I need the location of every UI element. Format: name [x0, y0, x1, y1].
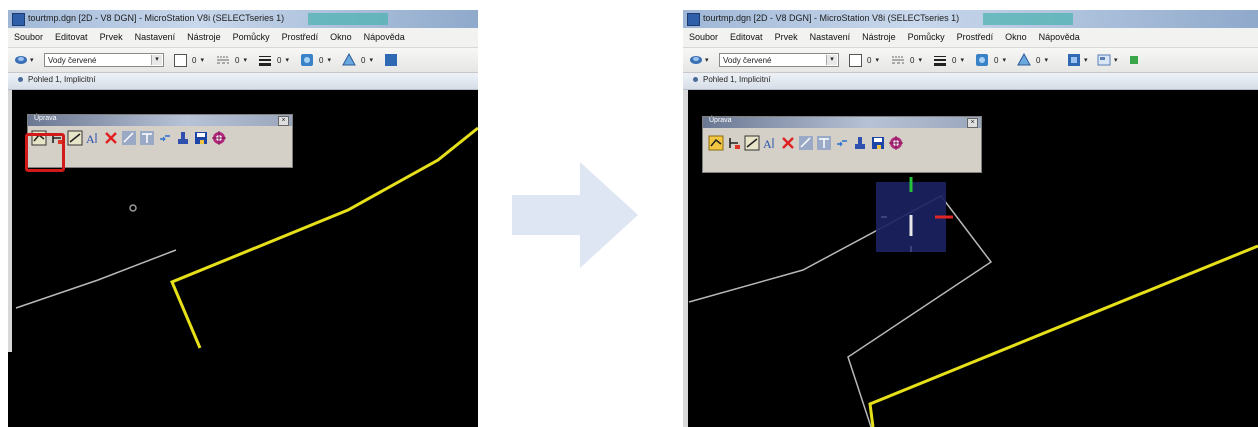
- highlight-box: [25, 133, 65, 172]
- modify-text-icon[interactable]: A: [762, 135, 778, 151]
- trim-icon[interactable]: [121, 130, 137, 146]
- palette-titlebar[interactable]: Úprava: [28, 115, 292, 126]
- extend-elements-icon[interactable]: [157, 130, 173, 146]
- save-icon[interactable]: [193, 130, 209, 146]
- palette-tools: A: [708, 135, 904, 151]
- modify-element-icon[interactable]: [708, 135, 724, 151]
- right-screenshot: tourtmp.dgn [2D - V8 DGN] - MicroStation…: [683, 10, 1258, 427]
- delete-element-icon[interactable]: [780, 135, 796, 151]
- palette-titlebar[interactable]: Úprava: [703, 117, 981, 128]
- palette-title: Úprava: [709, 117, 732, 124]
- intellitrim-icon[interactable]: [139, 130, 155, 146]
- partial-delete-icon[interactable]: [726, 135, 742, 151]
- extend-line-icon[interactable]: [744, 135, 760, 151]
- extend-line-icon[interactable]: [67, 130, 83, 146]
- place-stamp-icon[interactable]: [175, 130, 191, 146]
- drawing-canvas[interactable]: [8, 10, 478, 427]
- modify-tool-palette: Úprava × A: [702, 116, 982, 173]
- target-icon[interactable]: [888, 135, 904, 151]
- place-stamp-icon[interactable]: [852, 135, 868, 151]
- extend-elements-icon[interactable]: [834, 135, 850, 151]
- close-icon[interactable]: ×: [278, 116, 289, 126]
- modify-tool-palette: Úprava × A: [27, 114, 293, 168]
- svg-text:A: A: [86, 132, 95, 146]
- delete-element-icon[interactable]: [103, 130, 119, 146]
- intellitrim-icon[interactable]: [816, 135, 832, 151]
- left-screenshot: tourtmp.dgn [2D - V8 DGN] - MicroStation…: [8, 10, 478, 427]
- modify-text-icon[interactable]: A: [85, 130, 101, 146]
- svg-text:A: A: [763, 137, 772, 151]
- save-icon[interactable]: [870, 135, 886, 151]
- palette-title: Úprava: [34, 115, 57, 122]
- yellow-line-element[interactable]: [868, 244, 1258, 427]
- move-handle-box[interactable]: [876, 177, 953, 252]
- close-icon[interactable]: ×: [967, 118, 978, 128]
- drawing-canvas[interactable]: [683, 10, 1258, 427]
- cursor-marker: [129, 204, 137, 212]
- trim-icon[interactable]: [798, 135, 814, 151]
- white-line-element[interactable]: [15, 249, 177, 309]
- right-arrow-icon: [512, 162, 638, 268]
- target-icon[interactable]: [211, 130, 227, 146]
